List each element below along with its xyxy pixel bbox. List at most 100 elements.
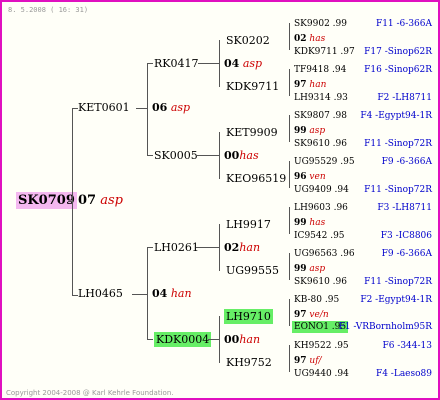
g3-num-5: 99 <box>294 218 307 228</box>
g4-source-14[interactable]: F1 -VRBornholm95R <box>339 323 432 332</box>
bracket-g1-2-bot <box>147 339 153 340</box>
g3-num-8: 97 <box>294 356 307 366</box>
g3-num-6: 99 <box>294 264 307 274</box>
g4-source-11[interactable]: F9 -6-366A <box>382 250 432 259</box>
g4-source-3[interactable]: F16 -Sinop62R <box>364 66 432 75</box>
g2-pre-4: han <box>239 333 261 346</box>
bracket-g3-3 <box>289 115 290 142</box>
g3-pre-6: asp <box>309 264 326 274</box>
g3-queen-5[interactable]: LH9917 <box>226 219 271 230</box>
g4-source-10[interactable]: F3 -IC8806 <box>381 232 432 241</box>
g2-pre-2: has <box>239 149 259 162</box>
g3-pre-1: has <box>309 34 326 44</box>
g1-queen-1[interactable]: KET0601 <box>78 102 130 113</box>
bracket-g1-2-stub <box>132 294 148 295</box>
g4-source-16[interactable]: F4 -Laeso89 <box>376 370 432 379</box>
g4-queen-16[interactable]: UG9440 .94 <box>294 370 349 379</box>
g3-pre-4: ven <box>309 172 326 182</box>
g2-year-2: 00has <box>224 150 259 161</box>
g4-queen-7[interactable]: UG95529 .95 <box>294 158 355 167</box>
bracket-g3-1 <box>289 23 290 50</box>
copyright-footer: Copyright 2004-2008 @ Karl Kehrle Founda… <box>6 389 174 397</box>
g4-queen-13[interactable]: KB-80 .95 <box>294 296 339 305</box>
g4-queen-5[interactable]: SK9807 .98 <box>294 112 347 121</box>
g4-queen-15[interactable]: KH9522 .95 <box>294 342 349 351</box>
g3-year-5: 99 has <box>294 219 325 228</box>
g4-queen-2[interactable]: KDK9711 .97 <box>294 48 355 57</box>
root-num: 07 <box>78 193 97 208</box>
root-year: 07 asp <box>78 194 123 207</box>
g4-queen-4[interactable]: LH9314 .93 <box>294 94 348 103</box>
g4-queen-9[interactable]: LH9603 .96 <box>294 204 348 213</box>
g3-num-1: 02 <box>294 34 307 44</box>
pedigree-frame: 8. 5.2008 ( 16: 31) SK0709 07 asp KET060… <box>0 0 440 400</box>
g3-pre-5: has <box>309 218 326 228</box>
g4-source-4[interactable]: F2 -LH8711 <box>377 94 432 103</box>
g3-pre-2: han <box>309 80 327 90</box>
g4-source-13[interactable]: F2 -Egypt94-1R <box>360 296 432 305</box>
g4-source-5[interactable]: F4 -Egypt94-1R <box>360 112 432 121</box>
g1-queen-2[interactable]: LH0465 <box>78 288 123 299</box>
g2-year-4: 00han <box>224 334 260 345</box>
g1-pre-1: asp <box>170 101 191 114</box>
g4-source-9[interactable]: F3 -LH8711 <box>377 204 432 213</box>
g1-pre-2: han <box>170 287 192 300</box>
bracket-root-stub <box>68 201 73 202</box>
g3-queen-4[interactable]: KEO96519 <box>226 173 286 184</box>
g4-source-8[interactable]: F11 -Sinop72R <box>364 186 432 195</box>
bracket-g3-5 <box>289 207 290 234</box>
g3-queen-2[interactable]: KDK9711 <box>226 81 279 92</box>
g4-queen-1[interactable]: SK9902 .99 <box>294 20 347 29</box>
g3-queen-3[interactable]: KET9909 <box>226 127 278 138</box>
g3-num-2: 97 <box>294 80 307 90</box>
g4-queen-3[interactable]: TF9418 .94 <box>294 66 346 75</box>
bracket-g3-6 <box>289 253 290 280</box>
g2-num-4: 00 <box>224 333 240 346</box>
bracket-g2-4-stub <box>208 339 220 340</box>
g4-queen-11[interactable]: UG96563 .96 <box>294 250 355 259</box>
g3-year-4: 96 ven <box>294 173 326 182</box>
g3-year-3: 99 asp <box>294 127 325 136</box>
bracket-g1-2-top <box>147 247 153 248</box>
g4-queen-12[interactable]: SK9610 .96 <box>294 278 347 287</box>
g3-year-6: 99 asp <box>294 265 325 274</box>
watermark <box>122 42 132 77</box>
g1-year-2: 04 han <box>152 288 192 299</box>
bracket-g3-7 <box>289 299 290 326</box>
g2-queen-1[interactable]: RK0417 <box>154 58 199 69</box>
g4-source-15[interactable]: F6 -344-13 <box>382 342 432 351</box>
g3-queen-7[interactable]: LH9710 <box>224 309 273 324</box>
g4-source-1[interactable]: F11 -6-366A <box>376 20 432 29</box>
g3-pre-8: uf/ <box>309 356 322 366</box>
g4-queen-10[interactable]: IC9542 .95 <box>294 232 345 241</box>
bracket-g3-8 <box>289 345 290 372</box>
g3-queen-1[interactable]: SK0202 <box>226 35 270 46</box>
g1-year-1: 06 asp <box>152 102 190 113</box>
g3-year-8: 97 uf/ <box>294 357 322 366</box>
g3-queen-8[interactable]: KH9752 <box>226 357 272 368</box>
bracket-g3-2 <box>289 69 290 96</box>
g2-num-3: 02 <box>224 241 240 254</box>
g3-pre-7: ve/n <box>309 310 329 320</box>
g3-queen-6[interactable]: UG99555 <box>226 265 279 276</box>
bracket-g3-4 <box>289 161 290 188</box>
bracket-g1-1-top <box>147 63 153 64</box>
g4-source-7[interactable]: F9 -6-366A <box>382 158 432 167</box>
g3-year-2: 97 han <box>294 81 326 90</box>
g4-queen-6[interactable]: SK9610 .96 <box>294 140 347 149</box>
g3-num-4: 96 <box>294 172 307 182</box>
g3-num-7: 97 <box>294 310 307 320</box>
g4-queen-8[interactable]: UG9409 .94 <box>294 186 349 195</box>
g2-queen-4[interactable]: KDK0004 <box>154 332 212 347</box>
g4-source-2[interactable]: F17 -Sinop62R <box>364 48 432 57</box>
g2-queen-2[interactable]: SK0005 <box>154 150 198 161</box>
g2-queen-3[interactable]: LH0261 <box>154 242 199 253</box>
g2-pre-1: asp <box>242 57 263 70</box>
bracket-g2-3-stub <box>196 247 220 248</box>
g3-pre-3: asp <box>309 126 326 136</box>
g3-queen-7-label: LH9710 <box>224 309 273 324</box>
bracket-g2-2-stub <box>196 155 220 156</box>
root-pre: asp <box>100 193 123 208</box>
g4-source-12[interactable]: F11 -Sinop72R <box>364 278 432 287</box>
g4-source-6[interactable]: F11 -Sinop72R <box>364 140 432 149</box>
